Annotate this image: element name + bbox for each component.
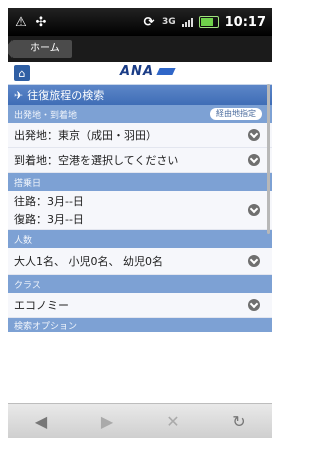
home-back-tab[interactable]: ホーム [8,40,72,58]
battery-icon [198,16,219,28]
logo-mark-icon [156,68,176,75]
browser-tab-bar: ホーム [8,36,272,62]
section-label: 検索オプション [14,321,78,332]
back-arrow-icon[interactable]: ◀ [21,408,61,434]
arrival-text: 到着地：空港を選択してください [14,154,179,167]
airplane-icon: ✈ [14,88,24,102]
section-header-dates: 搭乗日 [8,173,272,191]
status-bar: ⚠ ✣ ⟳ 3G 10:17 [8,8,272,36]
outbound-date: 往路：3月--日 [14,195,84,208]
home-icon[interactable]: ⌂ [14,65,30,81]
forward-arrow-icon[interactable]: ▶ [87,408,127,434]
departure-text: 出発地：東京（成田・羽田） [14,129,157,142]
class-row[interactable]: エコノミー [8,293,272,318]
network-label: 3G [161,17,176,27]
chevron-down-icon [248,154,260,166]
logo-text: ANA [120,64,155,79]
date-lines: 往路：3月--日 復路：3月--日 [14,193,84,227]
section-header-passengers: 人数 [8,230,272,248]
chevron-down-icon [248,204,260,216]
dates-row[interactable]: 往路：3月--日 復路：3月--日 [8,191,272,230]
page-title-bar: ✈ 往復旅程の検索 [8,85,272,105]
usb-icon: ⚠ [15,14,27,30]
section-label: 搭乗日 [14,178,42,189]
passengers-row[interactable]: 大人1名、 小児0名、 幼児0名 [8,248,272,275]
class-text: エコノミー [14,299,69,312]
chevron-down-icon [248,255,260,267]
section-label: 人数 [14,235,33,246]
section-label: 出発地・到着地 [14,110,78,121]
departure-row[interactable]: 出発地：東京（成田・羽田） [8,123,272,148]
chevron-down-icon [248,129,260,141]
passengers-text: 大人1名、 小児0名、 幼児0名 [14,255,163,268]
phone-screen: ⚠ ✣ ⟳ 3G 10:17 ホーム ⌂ ANA ✈ 往復旅程の検索 出発地・到… [8,8,272,438]
section-header-class: クラス [8,275,272,293]
sync-icon: ⟳ [143,14,155,30]
logo-bar: ⌂ ANA [8,62,272,85]
via-point-button[interactable]: 経由地指定 [210,108,262,120]
clock-time: 10:17 [224,14,266,30]
stop-icon[interactable]: ✕ [153,408,193,434]
section-label: クラス [14,280,41,291]
android-debug-icon: ✣ [35,14,47,30]
ana-logo: ANA [120,64,176,79]
arrival-row[interactable]: 到着地：空港を選択してください [8,148,272,173]
page-title: 往復旅程の検索 [27,89,105,102]
signal-icon [181,17,193,27]
chevron-down-icon [248,299,260,311]
section-header-options: 検索オプション [8,318,272,332]
section-header-route: 出発地・到着地 経由地指定 [8,105,272,123]
browser-bottom-nav: ◀ ▶ ✕ ↻ [8,403,272,438]
reload-icon[interactable]: ↻ [219,408,259,434]
return-date: 復路：3月--日 [14,213,84,226]
scrollbar[interactable] [267,84,270,234]
